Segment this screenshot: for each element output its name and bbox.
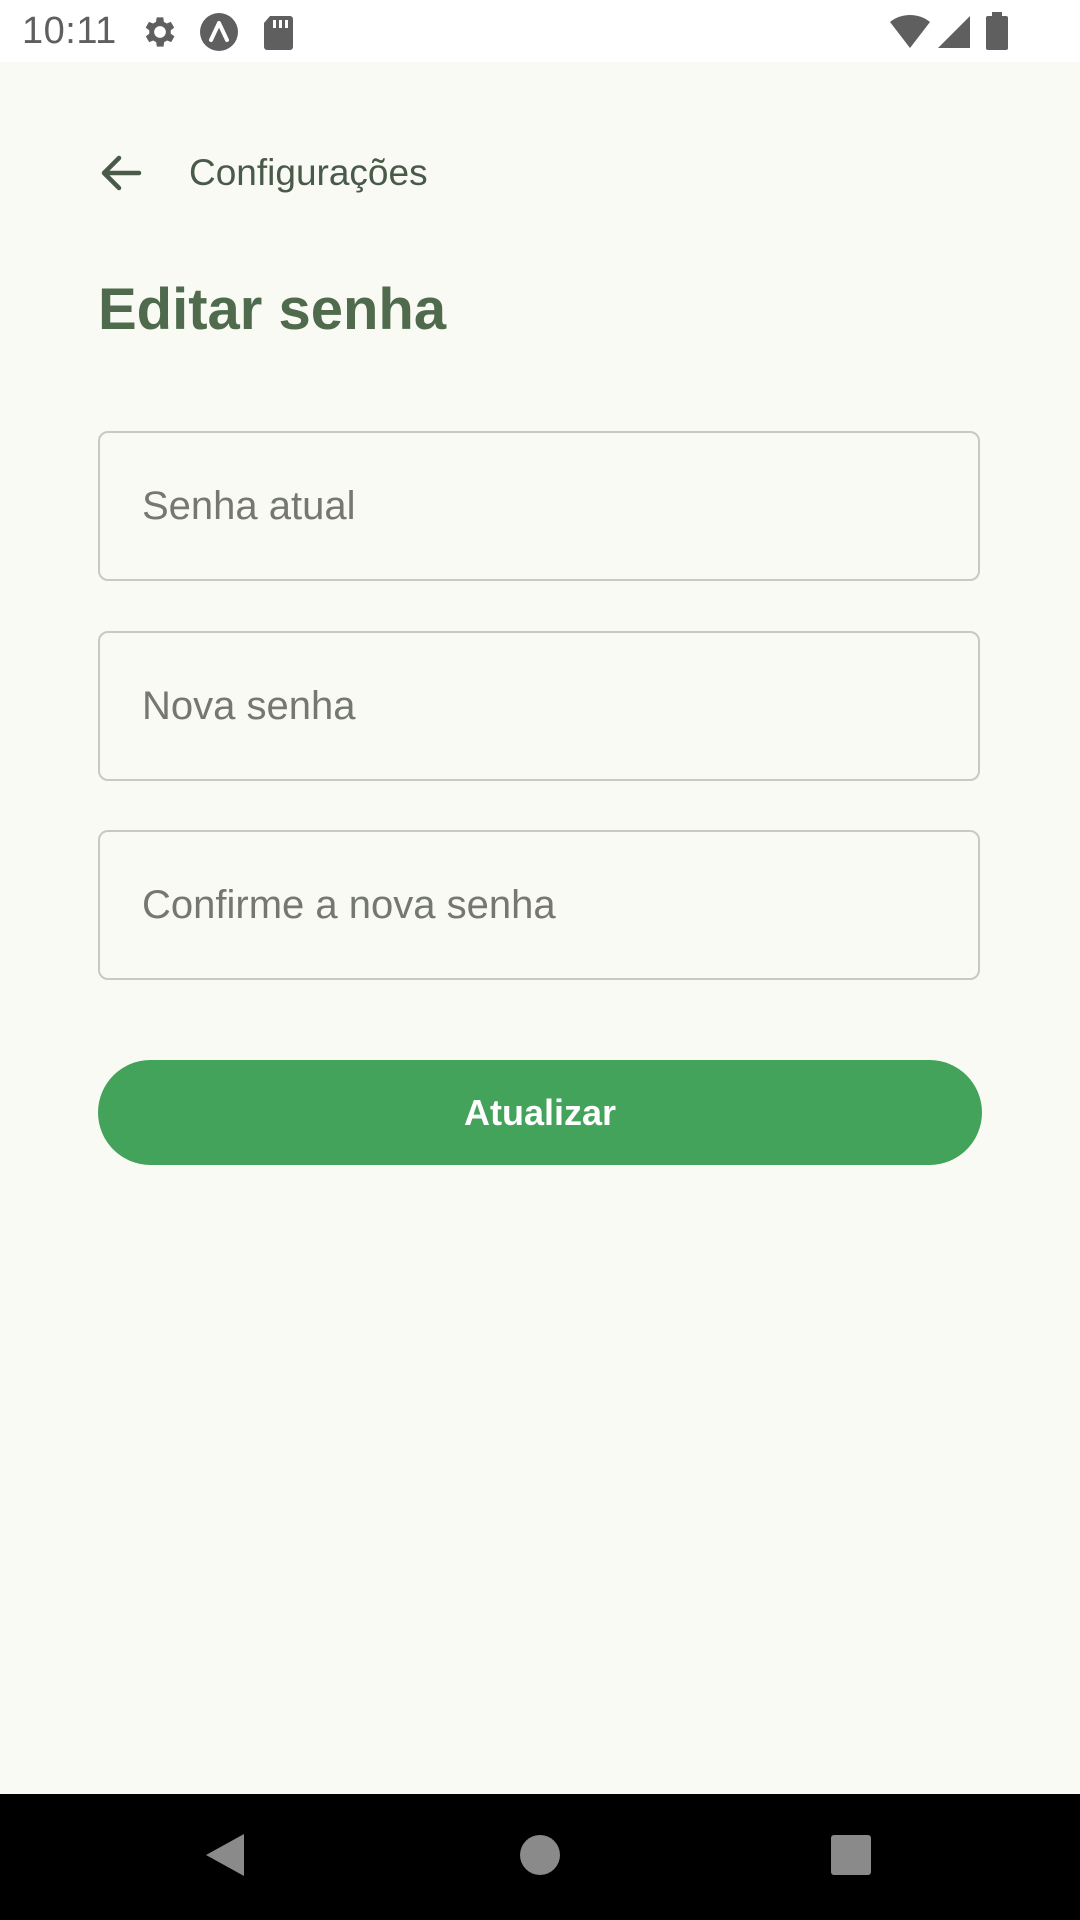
- edit-password-screen: 10:11 Configurações Editar senha Atualiz…: [0, 0, 1080, 1920]
- settings-icon: [140, 12, 180, 52]
- back-label: Configurações: [189, 152, 428, 193]
- confirm-password-field[interactable]: [98, 830, 980, 980]
- page-title: Editar senha: [98, 277, 447, 342]
- signal-icon: [934, 12, 974, 52]
- home-circle-icon: [518, 1833, 562, 1882]
- back-button[interactable]: [88, 142, 154, 208]
- recents-square-icon: [830, 1834, 872, 1881]
- nav-back-button[interactable]: [192, 1824, 258, 1890]
- update-button[interactable]: Atualizar: [98, 1060, 982, 1165]
- app-icon: [199, 12, 239, 52]
- battery-icon: [982, 12, 1012, 52]
- nav-home-button[interactable]: [507, 1824, 573, 1890]
- system-nav-bar: [0, 1794, 1080, 1920]
- sd-card-icon: [258, 12, 298, 52]
- new-password-field[interactable]: [98, 631, 980, 781]
- status-time: 10:11: [22, 10, 117, 52]
- arrow-left-icon: [97, 149, 145, 202]
- nav-recents-button[interactable]: [818, 1824, 884, 1890]
- wifi-icon: [888, 12, 932, 52]
- back-triangle-icon: [202, 1831, 248, 1884]
- status-bar: 10:11: [0, 0, 1080, 62]
- current-password-field[interactable]: [98, 431, 980, 581]
